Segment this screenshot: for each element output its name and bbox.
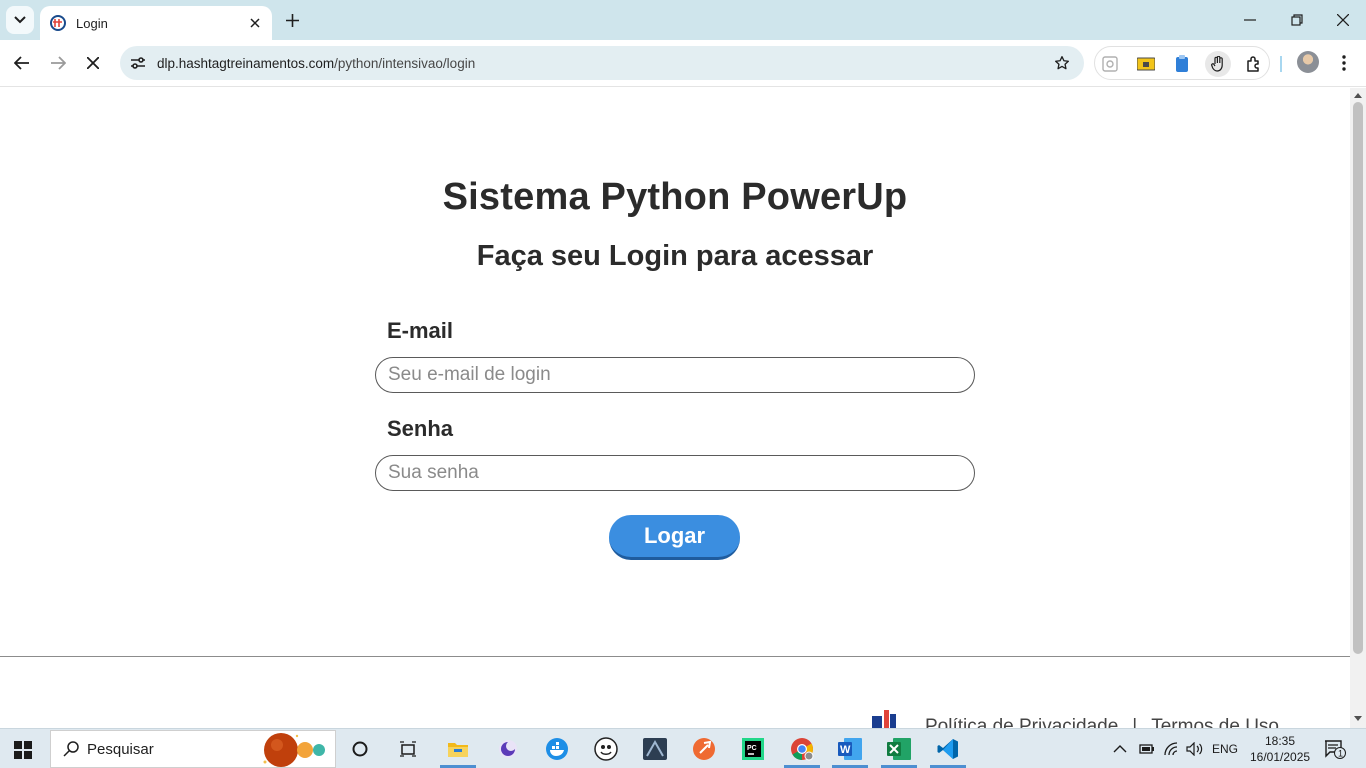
login-button[interactable]: Logar bbox=[609, 515, 740, 560]
tab-close-icon[interactable] bbox=[246, 14, 264, 32]
arrow-right-icon bbox=[51, 56, 66, 70]
close-icon bbox=[87, 57, 99, 69]
plus-icon bbox=[285, 13, 299, 27]
language-indicator[interactable]: ENG bbox=[1212, 729, 1238, 768]
clock-time: 18:35 bbox=[1264, 734, 1296, 748]
volume-icon[interactable] bbox=[1186, 729, 1204, 768]
profile-avatar[interactable] bbox=[1297, 51, 1319, 73]
cortana-icon[interactable] bbox=[340, 733, 380, 765]
email-input[interactable] bbox=[375, 357, 975, 393]
extension-folder-icon[interactable] bbox=[1133, 51, 1159, 77]
planets-illustration-icon bbox=[263, 733, 325, 767]
extension-clipboard-icon[interactable] bbox=[1169, 51, 1195, 77]
docker-icon[interactable] bbox=[537, 733, 577, 765]
hashtag-favicon-icon bbox=[50, 15, 66, 31]
forward-button[interactable] bbox=[45, 50, 71, 76]
url-path: /python/intensivao/login bbox=[334, 55, 476, 71]
minimize-icon bbox=[1244, 19, 1256, 21]
stop-loading-button[interactable] bbox=[80, 50, 106, 76]
tab-title: Login bbox=[76, 15, 108, 31]
taskbar-clock[interactable]: 18:35 16/01/2025 bbox=[1250, 733, 1310, 765]
browser-menu-button[interactable] bbox=[1332, 50, 1356, 76]
extension-gear-icon[interactable] bbox=[1097, 51, 1123, 77]
svg-text:W: W bbox=[840, 744, 851, 756]
postman-icon[interactable] bbox=[684, 733, 724, 765]
email-label: E-mail bbox=[387, 318, 454, 343]
toolbar-separator bbox=[1280, 56, 1282, 72]
password-label: Senha bbox=[387, 416, 454, 441]
app-penguin-icon[interactable] bbox=[586, 733, 626, 765]
task-view-icon[interactable] bbox=[388, 733, 428, 765]
file-explorer-icon[interactable] bbox=[438, 733, 478, 768]
network-icon[interactable] bbox=[1164, 729, 1180, 768]
scroll-thumb[interactable] bbox=[1353, 102, 1363, 654]
new-tab-button[interactable] bbox=[280, 8, 304, 32]
windows-start-icon[interactable] bbox=[14, 741, 32, 759]
page-scrollbar[interactable] bbox=[1350, 88, 1366, 728]
restore-icon bbox=[1291, 14, 1303, 26]
more-vertical-icon bbox=[1342, 55, 1346, 71]
page-viewport: Sistema Python PowerUp Faça seu Login pa… bbox=[0, 88, 1350, 728]
scroll-down-arrow-icon[interactable] bbox=[1354, 716, 1362, 721]
address-bar[interactable]: dlp.hashtagtreinamentos.com/python/inten… bbox=[120, 46, 1084, 80]
bookmark-star-icon[interactable] bbox=[1048, 49, 1076, 77]
vscode-icon[interactable] bbox=[928, 733, 968, 768]
extensions-puzzle-icon[interactable] bbox=[1241, 51, 1267, 77]
chevron-down-icon bbox=[14, 16, 26, 24]
page-subtitle: Faça seu Login para acessar bbox=[476, 240, 874, 272]
notification-icon: 1 bbox=[1325, 740, 1346, 759]
chevron-up-icon bbox=[1113, 745, 1127, 753]
search-label: Pesquisar bbox=[87, 740, 154, 758]
word-icon[interactable]: W bbox=[830, 733, 870, 768]
action-center-button[interactable]: 1 bbox=[1324, 729, 1346, 768]
browser-tab-active[interactable]: Login bbox=[40, 6, 272, 40]
url-text: dlp.hashtagtreinamentos.com/python/inten… bbox=[157, 56, 1048, 71]
minimize-button[interactable] bbox=[1238, 8, 1262, 32]
terms-of-use-link[interactable]: Termos de Uso bbox=[1151, 716, 1279, 728]
browser-tab-bar: Login bbox=[0, 0, 1366, 40]
app-moon-icon[interactable] bbox=[488, 733, 528, 765]
show-hidden-icons-button[interactable] bbox=[1113, 729, 1127, 768]
hashtag-logo-icon bbox=[870, 708, 900, 728]
windows-taskbar: Pesquisar PC W ENG 18:35 16/01/2025 1 bbox=[0, 728, 1366, 768]
excel-icon[interactable] bbox=[879, 733, 919, 768]
battery-icon[interactable] bbox=[1139, 729, 1155, 768]
page-title: Sistema Python PowerUp bbox=[442, 176, 908, 218]
restore-button[interactable] bbox=[1285, 8, 1309, 32]
close-icon bbox=[1337, 14, 1349, 26]
search-icon bbox=[63, 741, 79, 757]
pycharm-icon[interactable]: PC bbox=[733, 733, 773, 765]
footer-divider bbox=[0, 656, 1350, 657]
footer-links: Política de Privacidade | Termos de Uso bbox=[925, 716, 1279, 728]
url-host: dlp.hashtagtreinamentos.com bbox=[157, 55, 335, 71]
clock-date: 16/01/2025 bbox=[1250, 750, 1311, 764]
back-button[interactable] bbox=[9, 50, 35, 76]
site-settings-icon[interactable] bbox=[128, 53, 148, 73]
password-input[interactable] bbox=[375, 455, 975, 491]
chrome-icon[interactable] bbox=[782, 733, 822, 768]
footer-separator: | bbox=[1132, 716, 1138, 728]
extensions-group bbox=[1094, 46, 1270, 80]
privacy-policy-link[interactable]: Política de Privacidade bbox=[925, 716, 1118, 728]
browser-toolbar: dlp.hashtagtreinamentos.com/python/inten… bbox=[0, 40, 1366, 87]
scroll-up-arrow-icon[interactable] bbox=[1354, 93, 1362, 98]
notification-count: 1 bbox=[1338, 749, 1343, 759]
svg-text:PC: PC bbox=[747, 745, 757, 752]
taskbar-search-box[interactable]: Pesquisar bbox=[50, 730, 336, 768]
tab-search-button[interactable] bbox=[6, 6, 34, 34]
sql-server-icon[interactable] bbox=[635, 733, 675, 765]
arrow-left-icon bbox=[14, 56, 29, 70]
extension-hand-icon[interactable] bbox=[1205, 51, 1231, 77]
close-window-button[interactable] bbox=[1331, 8, 1355, 32]
